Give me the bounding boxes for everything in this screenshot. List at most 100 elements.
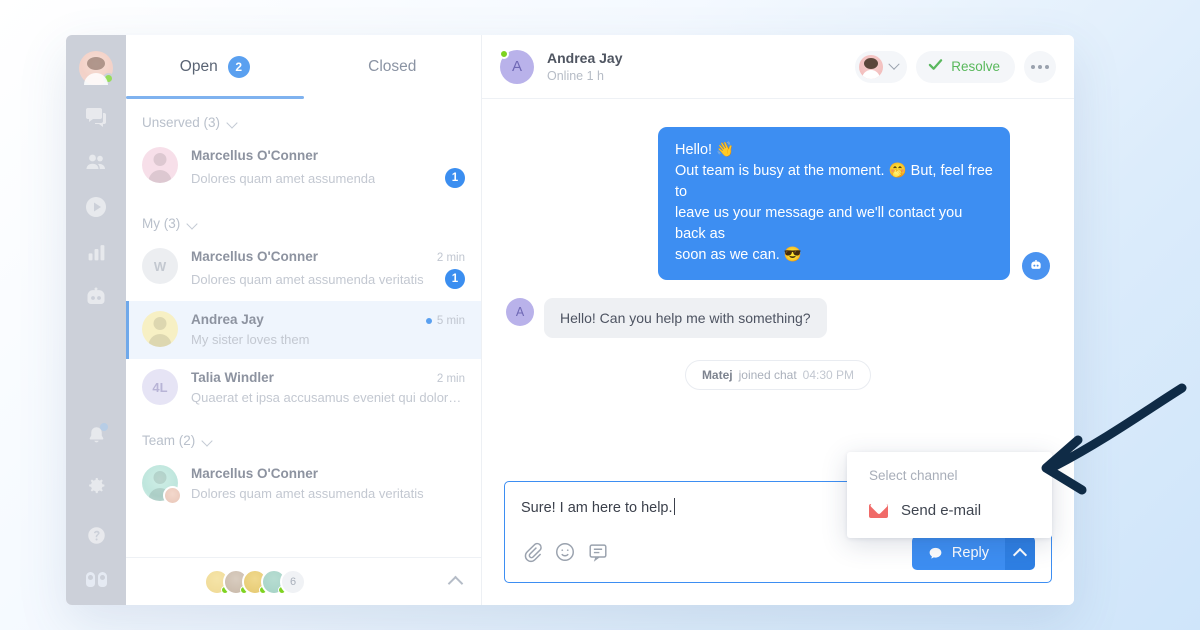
chat-header-actions: Resolve: [855, 50, 1056, 83]
avatar: 4L: [142, 369, 178, 405]
message-line: leave us your message and we'll contact …: [675, 205, 963, 242]
sidebar-item-chats[interactable]: [83, 104, 109, 130]
list-item-name: Andrea Jay: [191, 312, 264, 327]
avatar: [142, 147, 178, 183]
list-item[interactable]: W Marcellus O'Conner 2 min Dolores quam …: [126, 238, 481, 301]
message-bubble-customer: Hello! Can you help me with something?: [544, 298, 827, 338]
avatar-initial: A: [511, 58, 522, 75]
tab-closed-label: Closed: [368, 58, 417, 75]
group-header-unserved[interactable]: Unserved (3): [126, 99, 481, 137]
avatar-wrap: 4L: [142, 369, 178, 405]
system-event-actor: Matej: [701, 368, 733, 382]
sidebar-item-video[interactable]: [83, 194, 109, 220]
tab-closed[interactable]: Closed: [304, 35, 482, 99]
list-item-name: Marcellus O'Conner: [191, 466, 318, 481]
avatar-assignee-badge: [163, 486, 182, 505]
resolve-label: Resolve: [951, 59, 1000, 74]
message-list[interactable]: Hello! 👋 Out team is busy at the moment.…: [482, 99, 1074, 481]
avatar-wrap: [142, 147, 178, 183]
bell-icon[interactable]: [83, 422, 109, 448]
canned-response-icon[interactable]: [587, 541, 611, 565]
avatar: [142, 311, 178, 347]
group-header-team-label: Team (2): [142, 433, 196, 448]
unread-badge: 1: [445, 168, 465, 188]
reply-label: Reply: [951, 545, 989, 561]
list-item-top-row: Marcellus O'Conner 2 min: [191, 249, 465, 264]
message-bubble-bot: Hello! 👋 Out team is busy at the moment.…: [658, 127, 1010, 280]
assignee-selector[interactable]: [855, 50, 908, 83]
list-item-snippet: My sister loves them: [191, 332, 310, 347]
more-options-icon[interactable]: [1024, 50, 1056, 83]
list-item-time: 5 min: [425, 315, 465, 327]
list-item-body: Marcellus O'Conner Dolores quam amet ass…: [191, 465, 465, 501]
list-item-snippet: Quaerat et ipsa accusamus eveniet qui do…: [191, 390, 465, 405]
list-item[interactable]: Marcellus O'Conner Dolores quam amet ass…: [126, 455, 481, 513]
menu-item-send-email-label: Send e-mail: [901, 502, 982, 519]
attachment-icon[interactable]: [521, 541, 545, 565]
message-row-incoming: A Hello! Can you help me with something?: [506, 298, 1050, 338]
conversation-scroll-area[interactable]: Unserved (3) Marcellus O'Conner Dolores …: [126, 99, 481, 557]
check-icon: [928, 57, 943, 77]
composer-value: Sure! I am here to help.: [521, 500, 673, 516]
list-item-top-row: Marcellus O'Conner: [191, 148, 465, 163]
bot-avatar-icon: [1022, 252, 1050, 280]
list-item-body: Talia Windler 2 min Quaerat et ipsa accu…: [191, 369, 465, 405]
chevron-down-icon: [888, 58, 900, 70]
chat-contact-status: Online 1 h: [547, 69, 604, 83]
avatar: A: [499, 48, 534, 84]
avatar-stack[interactable]: 6: [204, 568, 306, 595]
sidebar-item-bots[interactable]: [83, 284, 109, 310]
list-item[interactable]: Marcellus O'Conner Dolores quam amet ass…: [126, 137, 481, 200]
list-item-bottom-row: Dolores quam amet assumenda veritatis 1: [191, 269, 465, 289]
list-item-name: Marcellus O'Conner: [191, 249, 318, 264]
list-item-bottom-row: Quaerat et ipsa accusamus eveniet qui do…: [191, 390, 465, 405]
chevron-down-icon: [227, 119, 238, 126]
notification-badge: [100, 423, 108, 431]
assignee-avatar: [859, 54, 884, 79]
list-item-time: 2 min: [436, 252, 465, 264]
avatar: A: [506, 298, 534, 326]
tab-open-count: 2: [227, 56, 250, 78]
select-channel-menu: Select channel Send e-mail: [847, 452, 1052, 538]
select-channel-title: Select channel: [869, 468, 958, 483]
chevron-up-icon[interactable]: [445, 572, 465, 592]
reply-button[interactable]: Reply: [911, 536, 1005, 570]
chevron-down-icon: [187, 220, 198, 227]
unread-dot-icon: [425, 318, 432, 324]
help-icon[interactable]: [83, 522, 109, 548]
reply-button-group: Reply: [911, 536, 1035, 570]
gear-icon[interactable]: [83, 472, 109, 498]
system-event-pill: Matej joined chat 04:30 PM: [684, 360, 872, 390]
unread-badge: 1: [445, 269, 465, 289]
sidebar-item-contacts[interactable]: [83, 149, 109, 175]
list-item-body: Andrea Jay 5 min My sister loves them: [191, 311, 465, 347]
list-item-bottom-row: Dolores quam amet assumenda veritatis: [191, 486, 465, 501]
message-row-outgoing: Hello! 👋 Out team is busy at the moment.…: [506, 127, 1050, 280]
message-line: soon as we can. 😎: [675, 247, 802, 263]
group-header-my[interactable]: My (3): [126, 200, 481, 238]
list-item-snippet: Dolores quam amet assumenda: [191, 170, 376, 186]
list-item-selected[interactable]: Andrea Jay 5 min My sister loves them: [126, 301, 481, 359]
chat-header-identity: Andrea Jay Online 1 h: [547, 50, 622, 83]
envelope-icon: [869, 503, 888, 518]
emoji-icon[interactable]: [554, 541, 578, 565]
avatar-wrap: W: [142, 248, 178, 284]
list-item-bottom-row: Dolores quam amet assumenda 1: [191, 168, 465, 188]
list-item-bottom-row: My sister loves them: [191, 332, 465, 347]
system-event-time: 04:30 PM: [802, 368, 855, 382]
conversation-tabs: Open 2 Closed: [126, 35, 481, 99]
menu-item-send-email[interactable]: Send e-mail: [847, 497, 1052, 524]
list-item-snippet: Dolores quam amet assumenda veritatis: [191, 271, 424, 287]
sidebar-item-analytics[interactable]: [83, 239, 109, 265]
list-item-top-row: Talia Windler 2 min: [191, 370, 465, 385]
list-item-top-row: Andrea Jay 5 min: [191, 312, 465, 327]
reply-channel-toggle[interactable]: [1005, 536, 1035, 570]
list-item[interactable]: 4L Talia Windler 2 min Quaerat et ipsa a…: [126, 359, 481, 417]
avatar-wrap: [142, 465, 182, 505]
chat-bubble-icon: [929, 547, 942, 559]
tab-open[interactable]: Open 2: [126, 35, 304, 99]
group-header-team[interactable]: Team (2): [126, 417, 481, 455]
system-event-action: joined chat: [738, 368, 797, 382]
resolve-button[interactable]: Resolve: [916, 50, 1015, 83]
agent-avatar[interactable]: [79, 51, 114, 85]
